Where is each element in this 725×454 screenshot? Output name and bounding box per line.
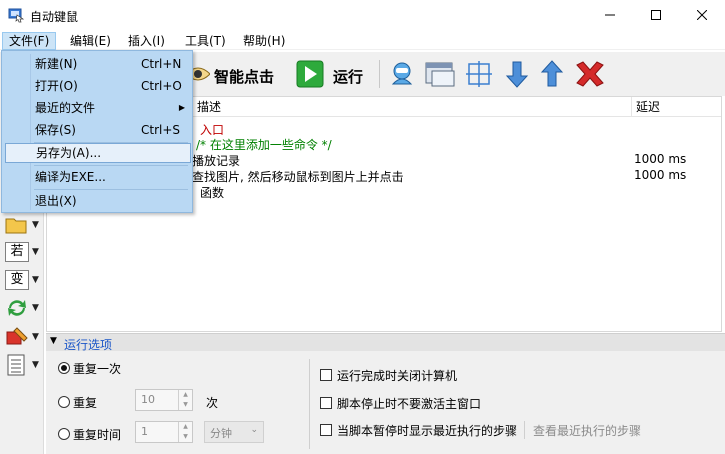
dropdown-arrow-icon[interactable]: ▼ [32, 275, 39, 285]
run-button[interactable]: 运行 [333, 66, 363, 87]
menu-file[interactable]: 文件(F) [2, 32, 57, 50]
repeat-label: 重复 [73, 396, 98, 410]
repeat-time-spinner[interactable]: 1 ▲ ▼ [135, 421, 193, 443]
crosshair-icon[interactable] [465, 60, 493, 88]
tools-icon[interactable] [5, 326, 29, 348]
menu-item-open[interactable]: 打开(O) Ctrl+O [5, 76, 191, 96]
dropdown-arrow-icon[interactable]: ▼ [32, 332, 39, 342]
submenu-arrow-icon: ▶ [178, 103, 185, 112]
window-icon[interactable] [424, 60, 456, 88]
maximize-icon [651, 10, 661, 20]
repeat-once-label: 重复一次 [73, 362, 122, 376]
arrow-up-icon[interactable] [538, 60, 566, 88]
menu-insert[interactable]: 插入(I) [122, 32, 171, 50]
toolbar-separator [379, 60, 380, 88]
chevron-down-icon: ⌄ [250, 425, 258, 435]
code-line-play[interactable]: 播放记录 [192, 152, 240, 169]
menu-item-new[interactable]: 新建(N) Ctrl+N [5, 54, 191, 74]
dropdown-arrow-icon[interactable]: ▼ [32, 247, 39, 257]
show-recent-label: 当脚本暂停时显示最近执行的步骤 [337, 424, 518, 438]
no-activate-label: 脚本停止时不要激活主窗口 [337, 397, 482, 411]
show-recent-checkbox[interactable] [320, 424, 332, 436]
delay-value: 1000 ms [634, 152, 687, 166]
smart-click-button[interactable]: 智能点击 [214, 66, 274, 87]
repeat-time-radio[interactable] [58, 428, 70, 440]
menu-bar: 文件(F) 编辑(E) 插入(I) 工具(T) 帮助(H) [0, 30, 725, 50]
no-activate-checkbox[interactable] [320, 397, 332, 409]
app-icon [8, 8, 24, 23]
repeat-time-label: 重复时间 [73, 428, 122, 442]
options-divider [309, 359, 310, 449]
spinner-arrows-icon[interactable]: ▲ ▼ [178, 390, 192, 410]
menu-tools[interactable]: 工具(T) [179, 32, 232, 50]
code-line-comment[interactable]: /* 在这里添加一些命令 */ [196, 136, 332, 153]
repeat-count-spinner[interactable]: 10 ▲ ▼ [135, 389, 193, 411]
repeat-unit-label: 次 [206, 396, 219, 410]
file-menu-dropdown: 新建(N) Ctrl+N 打开(O) Ctrl+O 最近的文件 ▶ 保存(S) Ctrl… [1, 50, 193, 213]
link-divider [524, 421, 525, 439]
run-icon[interactable] [296, 60, 324, 88]
folder-icon[interactable] [5, 214, 29, 236]
delay-value: 1000 ms [634, 168, 687, 182]
menu-item-exit[interactable]: 退出(X) [5, 191, 191, 211]
menu-separator [34, 189, 188, 190]
delete-x-icon[interactable] [574, 60, 606, 88]
run-options-panel: 重复一次 重复 10 ▲ ▼ 次 重复时间 1 ▲ ▼ 分钟 ⌄ 运行完成时关闭计算… [46, 351, 725, 454]
menu-help[interactable]: 帮助(H) [237, 32, 291, 50]
shutdown-checkbox[interactable] [320, 369, 332, 381]
code-line-find-image[interactable]: 查找图片, 然后移动鼠标到图片上并点击 [192, 168, 404, 185]
dropdown-arrow-icon[interactable]: ▼ [32, 303, 39, 313]
view-recent-steps-link[interactable]: 查看最近执行的步骤 [533, 422, 641, 439]
maximize-button[interactable] [633, 0, 679, 30]
title-bar: 自动键鼠 [0, 0, 725, 30]
column-header-delay[interactable]: 延迟 [631, 97, 721, 117]
close-button[interactable] [679, 0, 725, 30]
dropdown-arrow-icon[interactable]: ▼ [32, 220, 39, 230]
minimize-button[interactable] [587, 0, 633, 30]
menu-item-recent-files[interactable]: 最近的文件 ▶ [5, 98, 191, 118]
loop-icon[interactable] [5, 297, 29, 319]
time-unit-select[interactable]: 分钟 ⌄ [204, 421, 264, 443]
close-icon [697, 10, 707, 20]
code-line-function[interactable]: 函数 [200, 184, 224, 201]
record-robot-icon[interactable] [388, 60, 416, 88]
spinner-arrows-icon[interactable]: ▲ ▼ [178, 422, 192, 442]
collapse-arrow-icon[interactable]: ▼ [50, 336, 57, 346]
shutdown-label: 运行完成时关闭计算机 [337, 369, 458, 383]
arrow-down-icon[interactable] [503, 60, 531, 88]
if-button[interactable]: 若 [5, 242, 29, 262]
menu-item-compile-exe[interactable]: 编译为EXE... [5, 167, 191, 187]
menu-edit[interactable]: 编辑(E) [64, 32, 117, 50]
window-title: 自动键鼠 [30, 10, 79, 24]
run-options-header[interactable]: ▼ 运行选项 [46, 333, 725, 352]
menu-item-save-as[interactable]: 另存为(A)... [5, 143, 191, 163]
dropdown-arrow-icon[interactable]: ▼ [32, 360, 39, 370]
repeat-radio[interactable] [58, 396, 70, 408]
variable-button[interactable]: 变 [5, 270, 29, 290]
minimize-icon [605, 14, 615, 16]
repeat-once-radio[interactable] [58, 362, 70, 374]
list-icon[interactable] [5, 354, 29, 376]
menu-separator [34, 165, 188, 166]
menu-item-save[interactable]: 保存(S) Ctrl+S [5, 120, 191, 140]
